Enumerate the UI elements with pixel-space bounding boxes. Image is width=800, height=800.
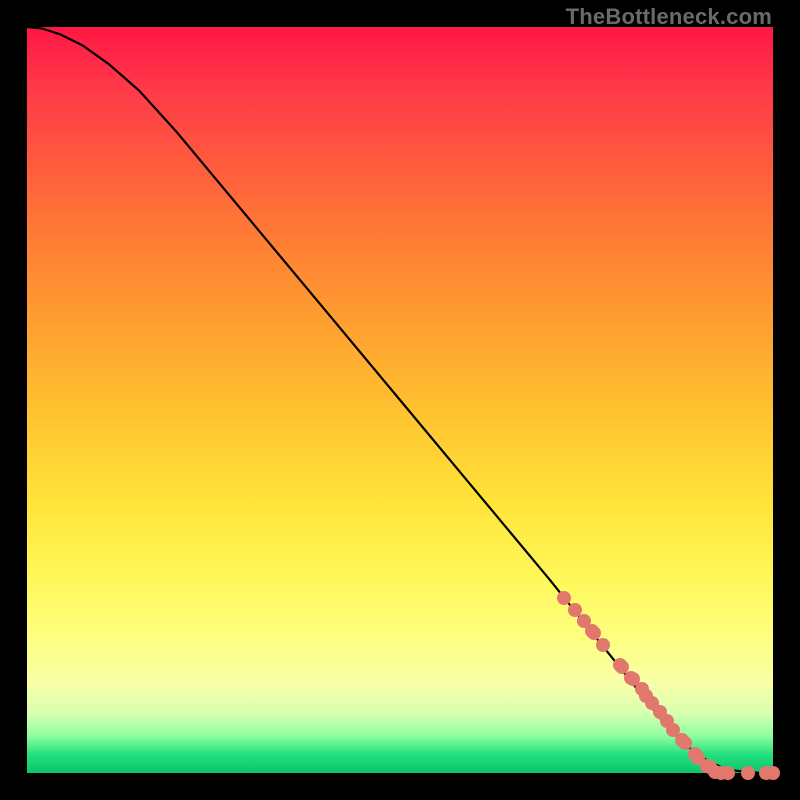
plot-area xyxy=(27,27,773,773)
chart-stage: TheBottleneck.com xyxy=(0,0,800,800)
scatter-point xyxy=(596,638,610,652)
scatter-point xyxy=(766,766,780,780)
scatter-point xyxy=(587,626,601,640)
scatter-point xyxy=(741,766,755,780)
curve-svg xyxy=(27,27,773,773)
scatter-point xyxy=(721,766,735,780)
curve-path xyxy=(27,27,773,773)
scatter-point xyxy=(557,591,571,605)
